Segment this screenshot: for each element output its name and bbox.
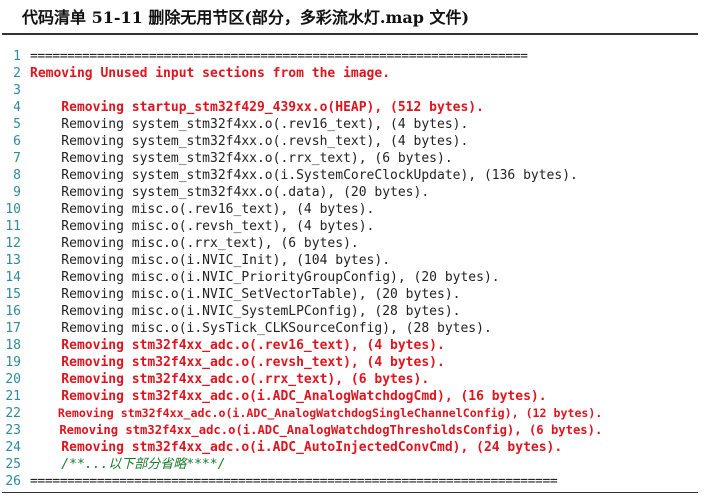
code-line: 20 Removing stm32f4xx_adc.o(.rrx_text), … (0, 371, 708, 388)
line-text: Removing system_stm32f4xx.o(.rrx_text), … (30, 151, 453, 166)
line-text: /**...以下部分省略****/ (30, 457, 226, 472)
line-number: 12 (5, 236, 21, 251)
line-text: Removing system_stm32f4xx.o(i.SystemCore… (30, 168, 578, 183)
line-number: 8 (13, 168, 21, 183)
line-text: Removing stm32f4xx_adc.o(.rrx_text), (6 … (30, 372, 430, 387)
line-number: 18 (5, 338, 21, 353)
code-line: 12 Removing misc.o(.rrx_text), (6 bytes)… (0, 235, 708, 252)
line-text: Removing system_stm32f4xx.o(.data), (20 … (30, 185, 430, 200)
line-number: 16 (5, 304, 21, 319)
code-line: 1 =======================================… (0, 48, 708, 65)
code-line: 19 Removing stm32f4xx_adc.o(.revsh_text)… (0, 354, 708, 371)
code-line: 25 /**...以下部分省略****/ (0, 456, 708, 473)
code-line: 23 Removing stm32f4xx_adc.o(i.ADC_Analog… (0, 422, 708, 439)
line-number: 7 (13, 151, 21, 166)
line-number: 5 (13, 117, 21, 132)
line-number: 25 (5, 457, 21, 472)
line-text: Removing misc.o(.rev16_text), (4 bytes). (30, 202, 375, 217)
code-line: 24 Removing stm32f4xx_adc.o(i.ADC_AutoIn… (0, 439, 708, 456)
code-line: 18 Removing stm32f4xx_adc.o(.rev16_text)… (0, 337, 708, 354)
line-number: 23 (5, 423, 21, 438)
line-text: Removing stm32f4xx_adc.o(.revsh_text), (… (30, 355, 445, 370)
line-number: 1 (13, 49, 21, 64)
code-line: 26 ======================================… (0, 473, 708, 490)
line-number: 26 (5, 474, 21, 489)
line-text: Removing system_stm32f4xx.o(.rev16_text)… (30, 117, 469, 132)
line-text: Removing misc.o(i.NVIC_SetVectorTable), … (30, 287, 461, 302)
code-line: 8 Removing system_stm32f4xx.o(i.SystemCo… (0, 167, 708, 184)
line-text: Removing stm32f4xx_adc.o(i.ADC_AnalogWat… (30, 389, 547, 404)
code-line: 2 Removing Unused input sections from the… (0, 65, 708, 82)
line-number: 13 (5, 253, 21, 268)
code-line: 5 Removing system_stm32f4xx.o(.rev16_tex… (0, 116, 708, 133)
code-line: 10 Removing misc.o(.rev16_text), (4 byte… (0, 201, 708, 218)
code-line: 21 Removing stm32f4xx_adc.o(i.ADC_Analog… (0, 388, 708, 405)
line-text: Removing stm32f4xx_adc.o(i.ADC_AnalogWat… (30, 406, 603, 420)
code-line: 14 Removing misc.o(i.NVIC_PriorityGroupC… (0, 269, 708, 286)
code-listing: 1 =======================================… (0, 48, 708, 490)
code-line: 22 Removing stm32f4xx_adc.o(i.ADC_Analog… (0, 405, 708, 422)
line-text: Removing misc.o(.rrx_text), (6 bytes). (30, 236, 359, 251)
line-number: 19 (5, 355, 21, 370)
line-number: 21 (5, 389, 21, 404)
code-line: 15 Removing misc.o(i.NVIC_SetVectorTable… (0, 286, 708, 303)
code-line: 4 Removing startup_stm32f429_439xx.o(HEA… (0, 99, 708, 116)
line-text: Removing system_stm32f4xx.o(.revsh_text)… (30, 134, 469, 149)
line-number: 24 (5, 440, 21, 455)
bottom-rule (2, 492, 698, 493)
line-number: 22 (5, 406, 21, 421)
line-text: Removing stm32f4xx_adc.o(i.ADC_AutoInjec… (30, 440, 563, 455)
code-line: 11 Removing misc.o(.revsh_text), (4 byte… (0, 218, 708, 235)
line-number: 17 (5, 321, 21, 336)
line-text: Removing misc.o(.revsh_text), (4 bytes). (30, 219, 375, 234)
code-line: 9 Removing system_stm32f4xx.o(.data), (2… (0, 184, 708, 201)
line-text: Removing stm32f4xx_adc.o(.rev16_text), (… (30, 338, 445, 353)
line-number: 15 (5, 287, 21, 302)
code-line: 13 Removing misc.o(i.NVIC_Init), (104 by… (0, 252, 708, 269)
code-line: 3 (0, 82, 708, 99)
line-text: Removing Unused input sections from the … (30, 66, 391, 81)
line-text: Removing misc.o(i.NVIC_Init), (104 bytes… (30, 253, 391, 268)
line-text: ========================================… (30, 49, 528, 64)
code-line: 6 Removing system_stm32f4xx.o(.revsh_tex… (0, 133, 708, 150)
line-number: 14 (5, 270, 21, 285)
listing-caption: 代码清单 51-11 删除无用节区(部分，多彩流水灯.map 文件) (22, 8, 470, 27)
line-text: Removing misc.o(i.NVIC_PriorityGroupConf… (30, 270, 500, 285)
line-number: 4 (13, 100, 21, 115)
code-line: 16 Removing misc.o(i.NVIC_SystemLPConfig… (0, 303, 708, 320)
line-text: Removing startup_stm32f429_439xx.o(HEAP)… (30, 100, 484, 115)
code-line: 17 Removing misc.o(i.SysTick_CLKSourceCo… (0, 320, 708, 337)
line-number: 6 (13, 134, 21, 149)
line-text: Removing misc.o(i.SysTick_CLKSourceConfi… (30, 321, 492, 336)
line-text: Removing misc.o(i.NVIC_SystemLPConfig), … (30, 304, 461, 319)
line-number: 10 (5, 202, 21, 217)
line-number: 9 (13, 185, 21, 200)
line-number: 2 (13, 66, 21, 81)
line-number: 3 (13, 83, 21, 98)
line-number: 20 (5, 372, 21, 387)
line-number: 11 (5, 219, 21, 234)
line-text: ========================================… (30, 474, 558, 489)
code-line: 7 Removing system_stm32f4xx.o(.rrx_text)… (0, 150, 708, 167)
line-text: Removing stm32f4xx_adc.o(i.ADC_AnalogWat… (30, 423, 603, 437)
top-rule (2, 33, 698, 35)
